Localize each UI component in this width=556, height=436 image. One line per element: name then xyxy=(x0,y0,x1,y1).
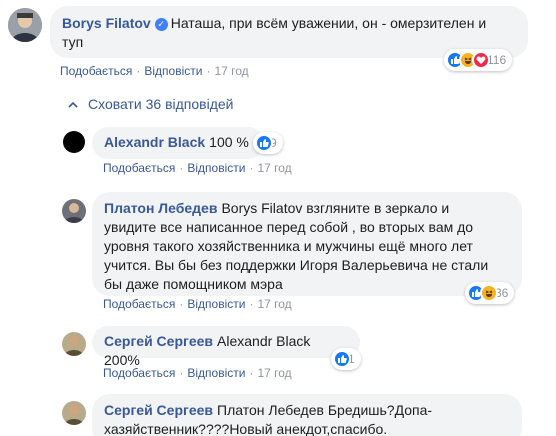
reaction-summary[interactable]: 36 xyxy=(465,282,515,304)
avatar-borys-filatov[interactable] xyxy=(8,8,42,42)
reply-bubble: Сергей Сергеев Alexandr Black 200% xyxy=(92,326,360,368)
reaction-summary[interactable]: 116 xyxy=(444,49,513,71)
love-icon xyxy=(472,51,490,69)
hide-replies-label: Сховати 36 відповідей xyxy=(88,96,234,112)
reply-text-line2: увидите все написанное перед собой , во … xyxy=(104,219,474,235)
like-icon xyxy=(333,350,351,368)
reply-actions: Подобається · Відповісти · 17 год xyxy=(103,366,292,380)
reply-link[interactable]: Відповісти xyxy=(144,64,202,78)
timestamp[interactable]: 17 год xyxy=(257,297,291,311)
reply-author[interactable]: Платон Лебедев xyxy=(104,200,217,216)
reply-bubble: Сергей Сергеев Платон Лебедев Бредишь?Доп… xyxy=(92,394,522,436)
reply-text-line1: Borys Filatov взгляните в зеркало и xyxy=(221,200,450,216)
reply-text-line3: уровня такого хозяйственника и мужчины е… xyxy=(104,238,473,254)
reply-text-line5: бы даже помощником мэра xyxy=(104,276,283,292)
reply-bubble: Alexandr Black 100 % xyxy=(92,127,264,159)
reply-link[interactable]: Відповісти xyxy=(187,161,245,175)
avatar-sergey-sergeev[interactable] xyxy=(62,332,86,356)
like-link[interactable]: Подобається xyxy=(103,161,175,175)
reaction-summary[interactable]: 1 xyxy=(331,348,361,370)
comment-text-line1: Наташа, при всём уважении, он - омерзите… xyxy=(170,15,487,31)
reaction-summary[interactable]: 9 xyxy=(253,132,283,154)
avatar-sergey-sergeev[interactable] xyxy=(62,401,86,425)
reply-author[interactable]: Alexandr Black xyxy=(104,134,205,150)
avatar-alexandr-black[interactable] xyxy=(63,131,85,153)
haha-icon xyxy=(480,284,498,302)
hide-replies-link[interactable]: Сховати 36 відповідей xyxy=(68,96,234,112)
timestamp[interactable]: 17 год xyxy=(257,366,291,380)
reply-link[interactable]: Відповісти xyxy=(187,366,245,380)
reply-text: 100 % xyxy=(209,134,249,150)
reply-link[interactable]: Відповісти xyxy=(187,297,245,311)
timestamp[interactable]: 17 год xyxy=(257,161,291,175)
comment-author[interactable]: Borys Filatov xyxy=(62,15,151,31)
like-link[interactable]: Подобається xyxy=(103,366,175,380)
like-link[interactable]: Подобається xyxy=(103,297,175,311)
reply-text-line2: хазяйственник????Новый анекдот,спасибо. xyxy=(104,421,388,436)
timestamp[interactable]: 17 год xyxy=(214,64,248,78)
reply-bubble: Платон Лебедев Borys Filatov взгляните в … xyxy=(92,192,522,296)
reply-text-line4: учится. Вы бы без поддержки Игоря Валерь… xyxy=(104,257,489,273)
like-link[interactable]: Подобається xyxy=(60,64,132,78)
verified-badge-icon: ✓ xyxy=(154,18,168,31)
reply-text-line1: Платон Лебедев Бредишь?Допа- xyxy=(217,402,433,418)
avatar-platon-lebedev[interactable] xyxy=(62,199,86,223)
reply-actions: Подобається · Відповісти · 17 год xyxy=(103,297,292,311)
comment-actions: Подобається · Відповісти · 17 год xyxy=(60,64,249,78)
chevron-up-icon xyxy=(68,101,78,108)
comment-text-line2: туп xyxy=(62,34,84,50)
like-icon xyxy=(255,134,273,152)
reply-author[interactable]: Сергей Сергеев xyxy=(104,402,213,418)
reply-actions: Подобається · Відповісти · 17 год xyxy=(103,161,292,175)
reply-author[interactable]: Сергей Сергеев xyxy=(104,333,213,349)
